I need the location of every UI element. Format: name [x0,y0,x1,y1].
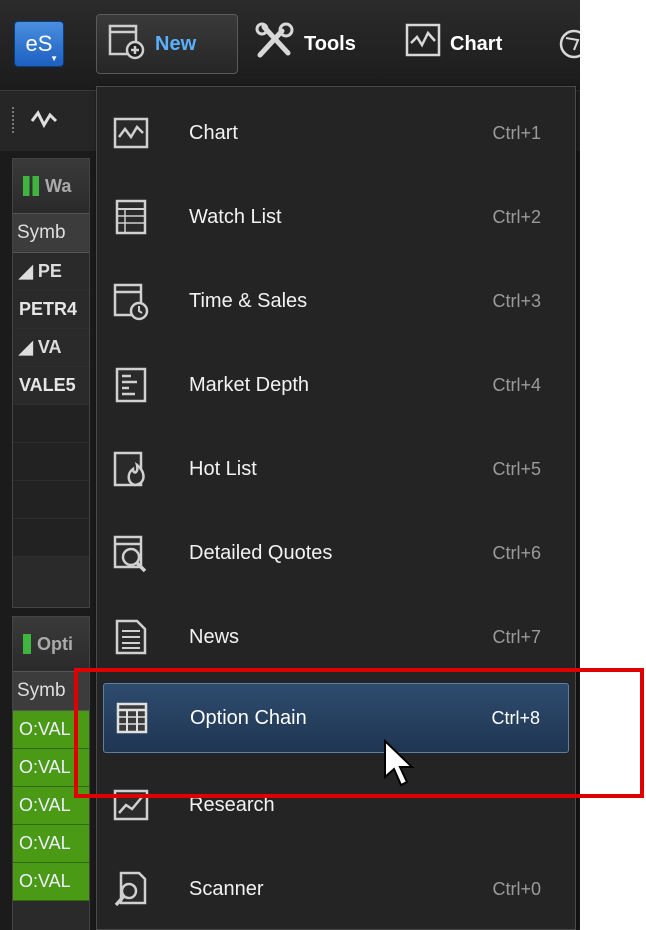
empty-row [13,481,89,519]
tools-menu-button[interactable]: Tools [254,14,356,74]
menu-item-shortcut: Ctrl+2 [492,206,541,227]
news-icon [111,617,151,657]
chart-menu-label: Chart [450,32,503,55]
table-row[interactable]: PETR4 [13,291,89,329]
table-row[interactable]: VALE5 [13,367,89,405]
menu-item-label: Hot List [189,457,257,480]
menu-item-label: Market Depth [189,373,310,396]
menu-item-label: News [189,625,240,648]
menu-item-market-depth[interactable]: Market Depth Ctrl+4 [97,343,575,427]
empty-row [13,443,89,481]
menu-item-label: Watch List [189,205,282,228]
tools-menu-label: Tools [304,32,356,55]
symbol-column-header[interactable]: Symb [13,213,89,253]
esignal-logo-button[interactable]: eS ▼ [14,21,64,67]
table-row[interactable]: O:VAL [13,787,89,825]
option-title-text: Opti [37,633,73,654]
panel-status-icon [23,176,39,196]
watchlist-panel-title: Wa [13,159,89,213]
menu-item-shortcut: Ctrl+0 [492,878,541,899]
wave-icon[interactable] [30,107,60,138]
watchlist-title-text: Wa [45,175,72,196]
market-depth-icon [111,365,151,405]
research-icon [111,785,151,825]
scanner-icon [111,869,151,909]
detailed-quotes-icon [111,533,151,573]
main-toolbar: eS ▼ New Tools Chart [0,0,580,88]
tools-icon [254,21,298,67]
new-menu-label: New [155,32,197,55]
panel-status-icon [23,634,31,654]
toolbar-grip [12,107,18,133]
menu-item-shortcut: Ctrl+3 [492,290,541,311]
empty-row [13,405,89,443]
chart-toolbar-icon [404,21,444,67]
menu-item-label: Option Chain [190,706,307,729]
menu-item-option-chain[interactable]: Option Chain Ctrl+8 [103,683,569,753]
menu-item-label: Detailed Quotes [189,541,333,564]
menu-item-hot-list[interactable]: Hot List Ctrl+5 [97,427,575,511]
menu-item-shortcut: Ctrl+5 [492,458,541,479]
logo-label: eS [25,31,53,56]
symbol-column-header[interactable]: Symb [13,671,89,711]
menu-item-chart[interactable]: Chart Ctrl+1 [97,91,575,175]
table-row[interactable]: O:VAL [13,711,89,749]
option-panel-title: Opti [13,617,89,671]
group-row[interactable]: ◢ VA [13,329,89,367]
menu-item-news[interactable]: News Ctrl+7 [97,595,575,679]
option-panel: Opti Symb O:VAL O:VAL O:VAL O:VAL O:VAL [12,616,90,930]
table-row[interactable]: O:VAL [13,825,89,863]
mouse-cursor-icon [383,738,423,796]
menu-item-watch-list[interactable]: Watch List Ctrl+2 [97,175,575,259]
menu-item-scanner[interactable]: Scanner Ctrl+0 [97,847,575,930]
menu-item-label: Research [189,793,275,816]
watch-list-icon [111,197,151,237]
chart-menu-button[interactable]: Chart [404,14,502,74]
menu-item-label: Scanner [189,877,264,900]
app-window: eS ▼ New Tools Chart Wa Symb ◢ PE PETR4 … [0,0,580,930]
menu-item-label: Chart [189,121,238,144]
chart-icon [111,113,151,153]
table-row[interactable]: O:VAL [13,749,89,787]
new-dropdown-menu: Chart Ctrl+1 Watch List Ctrl+2 Time & Sa… [96,86,576,930]
table-row[interactable]: O:VAL [13,863,89,901]
menu-item-label: Time & Sales [189,289,308,312]
globe-icon[interactable] [556,14,580,74]
group-row[interactable]: ◢ PE [13,253,89,291]
hot-list-icon [111,449,151,489]
menu-item-shortcut: Ctrl+1 [492,122,541,143]
menu-item-detailed-quotes[interactable]: Detailed Quotes Ctrl+6 [97,511,575,595]
time-sales-icon [111,281,151,321]
empty-row [13,519,89,557]
menu-item-shortcut: Ctrl+6 [492,542,541,563]
watchlist-panel: Wa Symb ◢ PE PETR4 ◢ VA VALE5 [12,158,90,608]
new-window-icon [107,21,147,67]
menu-item-shortcut: Ctrl+4 [492,374,541,395]
menu-item-shortcut: Ctrl+8 [491,707,540,728]
new-menu-button[interactable]: New [96,14,238,74]
menu-item-research[interactable]: Research [97,763,575,847]
caret-down-icon: ▼ [50,54,58,63]
menu-item-shortcut: Ctrl+7 [492,626,541,647]
menu-item-time-sales[interactable]: Time & Sales Ctrl+3 [97,259,575,343]
option-chain-icon [112,698,152,738]
